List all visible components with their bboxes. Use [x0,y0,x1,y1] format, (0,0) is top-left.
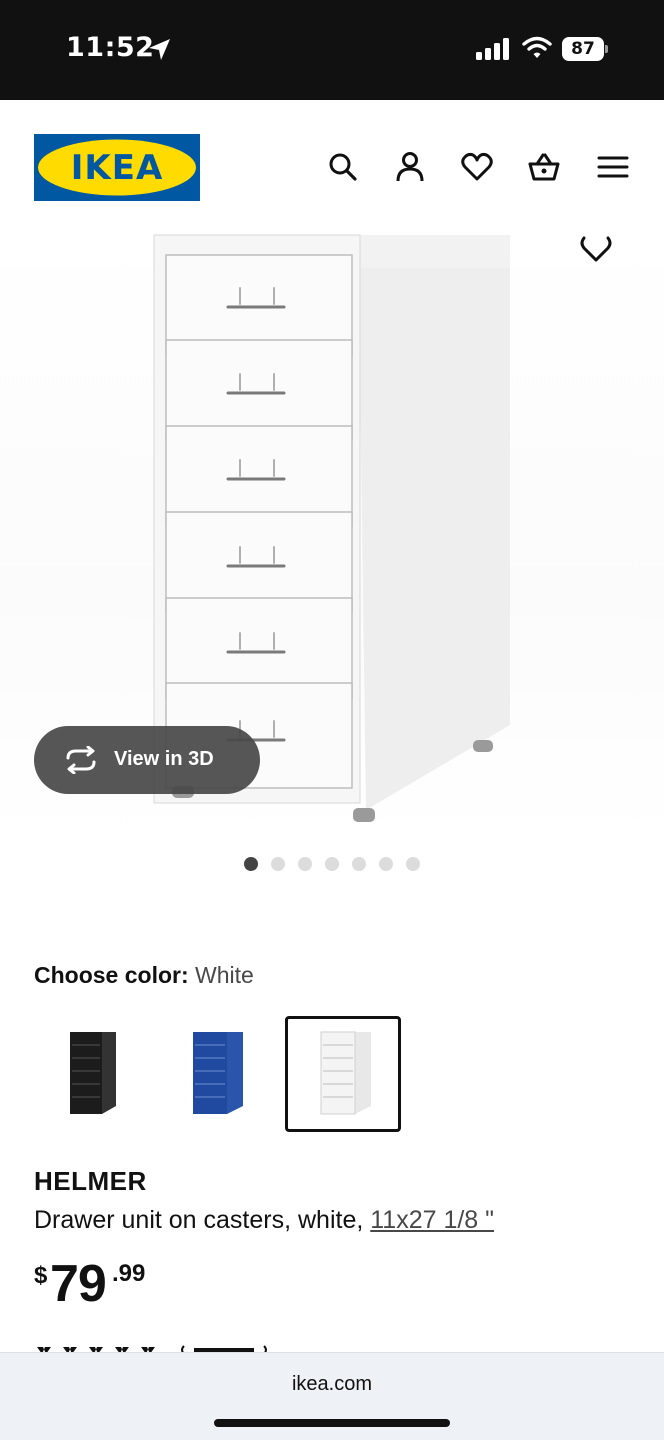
menu-icon[interactable] [596,150,630,184]
gallery-dot[interactable] [325,857,339,871]
color-swatch-blue[interactable] [159,1016,275,1132]
selected-color-value: White [195,962,254,988]
price-decimal: .99 [112,1260,146,1287]
browser-address-bar[interactable]: ikea.com [0,1352,664,1440]
product-description-text: Drawer unit on casters, white, [34,1206,364,1234]
gallery-dot[interactable] [271,857,285,871]
cellular-signal-icon [476,38,509,60]
wifi-icon [522,36,552,58]
logo-text: IKEA [71,148,164,188]
blue-drawer-thumbnail [193,1032,243,1114]
search-icon[interactable] [326,150,360,184]
site-header: IKEA [0,100,664,230]
color-swatch-black[interactable] [34,1016,150,1132]
ikea-logo[interactable]: IKEA [34,134,200,201]
gallery-dot[interactable] [298,857,312,871]
view-in-3d-label: View in 3D [114,748,214,770]
product-name: HELMER [34,1166,147,1196]
rotate-3d-icon [66,746,96,774]
gallery-dot[interactable] [379,857,393,871]
black-drawer-thumbnail [70,1032,116,1114]
status-bar: 11:52 87 [0,0,664,100]
account-icon[interactable] [393,150,427,184]
view-in-3d-button[interactable]: View in 3D [34,726,260,794]
white-drawer-thumbnail [320,1031,371,1115]
color-label: Choose color: [34,962,189,988]
status-time: 11:52 [66,32,155,63]
gallery-dot[interactable] [352,857,366,871]
price-integer: 79 [50,1255,107,1313]
browser-url[interactable]: ikea.com [0,1373,664,1396]
color-chooser-heading: Choose color: White [34,962,254,989]
gallery-pagination-dots [244,857,424,873]
gallery-dot[interactable] [406,857,420,871]
battery-level: 87 [571,39,595,59]
product-description: Drawer unit on casters, white, 11x27 1/8… [34,1206,494,1235]
favorites-icon[interactable] [460,150,494,184]
drawer-fronts [165,254,353,789]
cart-icon[interactable] [527,150,561,184]
product-size-link[interactable]: 11x27 1/8 " [370,1206,494,1234]
battery-icon: 87 [562,37,608,61]
location-arrow-icon [149,39,170,60]
price-currency: $ [34,1262,48,1289]
favorite-heart-icon[interactable] [578,232,614,262]
gallery-dot[interactable] [244,857,258,871]
home-indicator[interactable] [214,1419,450,1427]
battery-tip [605,45,608,53]
color-swatch-white[interactable] [285,1016,401,1132]
